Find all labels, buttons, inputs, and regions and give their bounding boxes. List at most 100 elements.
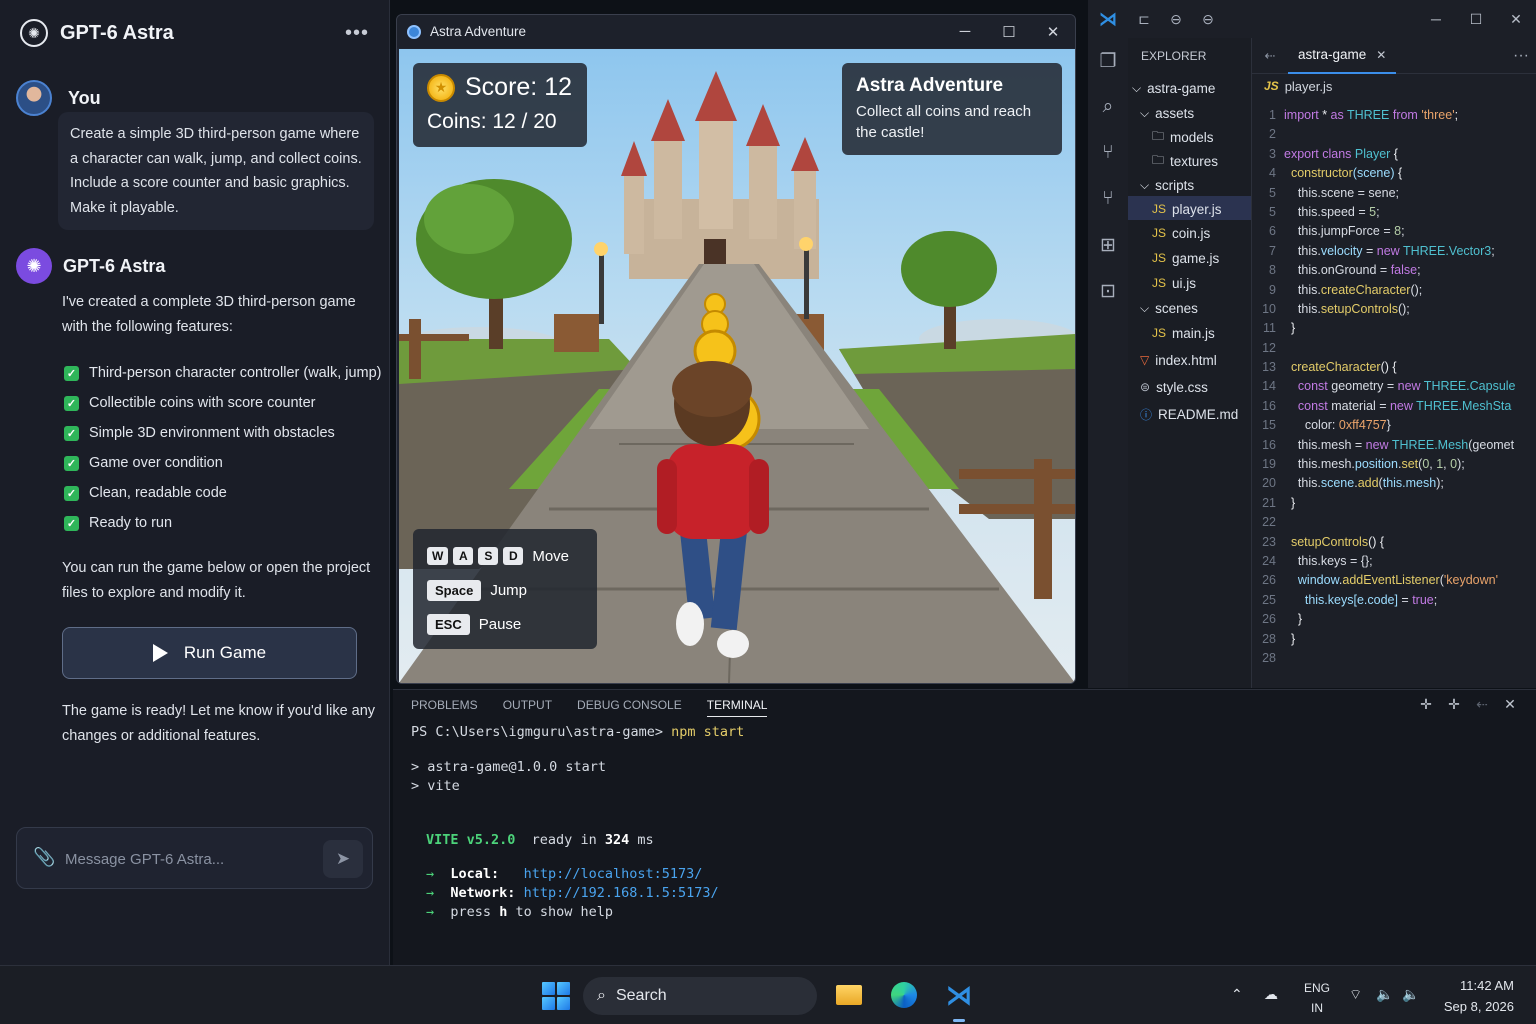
layout-sidebar-icon[interactable]: ⊖ [1192,11,1224,28]
vscode-titlebar: ⋊ ⊏ ⊖ ⊖ ─ ☐ ✕ [1088,0,1536,38]
tree-folder-models[interactable]: 🗀 models [1152,125,1214,149]
local-url-line[interactable]: → Local: http://localhost:5173/ [426,866,702,882]
taskbar: ⌕ Search ⋊ ⌃ ☁ ENG IN ⌔ 🔈 🔈 11:42 AM Sep… [0,965,1536,1024]
language-indicator[interactable]: ENG IN [1304,978,1330,1018]
network-url-line[interactable]: → Network: http://192.168.1.5:5173/ [426,885,719,901]
tab-terminal[interactable]: TERMINAL [706,698,768,717]
minimize-icon[interactable]: ─ [943,23,987,40]
js-file-icon: JS [1152,226,1167,240]
close-panel-icon[interactable]: ✕ [1496,696,1524,713]
js-file-icon: JS [1152,276,1167,290]
layout-panel-icon[interactable]: ⊖ [1160,11,1192,28]
coins-counter: Coins: 12 / 20 [427,110,557,133]
feature-item: ✓ Collectible coins with score counter [64,388,382,418]
tree-folder-assets[interactable]: ⌵ assets [1140,101,1194,125]
message-input[interactable] [65,846,315,872]
folder-icon: 🗀 [1152,152,1165,167]
checkmark-icon: ✓ [64,515,79,531]
vscode-taskbar-icon[interactable]: ⋊ [943,979,975,1011]
send-arrow-icon: ➤ [335,849,351,868]
vscode-window: ⋊ ⊏ ⊖ ⊖ ─ ☐ ✕ ❐ ⌕ ⑂ ⑂ ⊞ ⊡ EXPLORER ⌵ astr… [1088,0,1536,688]
checkmark-icon: ✓ [64,485,79,501]
edge-browser-icon[interactable] [888,979,920,1011]
source-control-icon[interactable]: ⑂ [1088,130,1128,176]
chevron-up-icon[interactable]: ⌃ [1231,986,1243,1003]
key-cap: D [503,547,524,565]
close-tab-icon[interactable]: ✕ [1376,48,1386,62]
chat-panel: ✺ GPT-6 Astra ••• You Create a simple 3D… [0,0,390,965]
split-editor-icon[interactable]: ⇠ [1252,48,1288,64]
game-window-title: Astra Adventure [430,24,527,39]
tree-file-player[interactable]: JS player.js [1152,197,1222,221]
wifi-icon[interactable]: ⌔ [1349,986,1362,1004]
tab-debug-console[interactable]: DEBUG CONSOLE [577,698,682,717]
folder-icon: 🗀 [1152,128,1165,143]
tab-astra-game[interactable]: astra-game ✕ [1288,38,1397,74]
maximize-panel-icon[interactable]: ⇠ [1468,696,1496,713]
speaker-icon[interactable]: 🔈 [1402,986,1419,1003]
info-file-icon: ⓘ [1140,407,1153,422]
tab-problems[interactable]: PROBLEMS [411,698,478,717]
coin-icon: ★ [427,73,455,102]
key-cap: ESC [427,613,470,635]
extensions-icon[interactable]: ⊞ [1088,222,1128,268]
onedrive-cloud-icon[interactable]: ☁ [1264,986,1278,1003]
run-debug-icon[interactable]: ⑂ [1088,176,1128,222]
tree-file-main[interactable]: JS main.js [1152,321,1215,345]
vite-ready-line: VITE v5.2.0 ready in 324 ms [426,832,654,848]
search-icon[interactable]: ⌕ [1088,84,1128,130]
tree-file-coin[interactable]: JS coin.js [1152,221,1210,245]
tree-folder-scenes[interactable]: ⌵ scenes [1140,296,1198,320]
checkmark-icon: ✓ [64,365,79,381]
play-icon [152,644,168,662]
volume-icon[interactable]: 🔈 [1376,986,1393,1003]
search-icon: ⌕ [597,987,606,1004]
tree-file-style[interactable]: ⊜ style.css [1140,375,1208,399]
terminal-panel: PROBLEMS OUTPUT DEBUG CONSOLE TERMINAL ✛… [393,689,1536,965]
minimize-icon[interactable]: ─ [1416,11,1456,27]
maximize-icon[interactable]: ☐ [987,23,1031,41]
js-file-icon: JS [1264,79,1279,93]
system-clock[interactable]: 11:42 AM Sep 8, 2026 [1432,975,1514,1017]
game-viewport[interactable]: ★ Score: 12 Coins: 12 / 20 Astra Adventur… [399,49,1075,683]
run-game-button[interactable]: Run Game [62,627,357,679]
control-action: Move [532,547,570,565]
send-button[interactable]: ➤ [323,840,363,878]
split-terminal-icon[interactable]: ✛ [1440,696,1468,713]
tree-root[interactable]: ⌵ astra-game [1132,76,1215,100]
file-explorer-icon[interactable] [833,979,865,1011]
close-icon[interactable]: ✕ [1496,11,1536,28]
tab-output[interactable]: OUTPUT [503,698,552,717]
game-titlebar: Astra Adventure ─ ☐ ✕ [397,15,1075,48]
attach-paperclip-icon[interactable]: 📎 [33,847,55,868]
tree-file-ui[interactable]: JS ui.js [1152,271,1196,295]
checkmark-icon: ✓ [64,395,79,411]
remote-explorer-icon[interactable]: ⊡ [1088,268,1128,314]
breadcrumb[interactable]: JS player.js [1252,74,1536,98]
more-dots-icon[interactable]: ··· [1506,47,1536,65]
windows-start-icon[interactable] [542,982,570,1010]
objective-title: Astra Adventure [856,75,1004,96]
js-file-icon: JS [1152,202,1167,216]
tree-folder-textures[interactable]: 🗀 textures [1152,149,1218,173]
terminal-output-line: > astra-game@1.0.0 start [411,759,607,775]
maximize-icon[interactable]: ☐ [1456,11,1496,28]
key-cap: A [453,547,474,565]
taskbar-search[interactable]: ⌕ Search [583,977,817,1015]
controls-panel: W A S D Move Space Jump ESC Pause [413,529,597,649]
close-icon[interactable]: ✕ [1031,23,1075,41]
css-file-icon: ⊜ [1140,380,1151,394]
tree-file-game[interactable]: JS game.js [1152,246,1219,270]
control-action: Jump [490,581,527,599]
tree-folder-scripts[interactable]: ⌵ scripts [1140,173,1194,197]
new-terminal-icon[interactable]: ✛ [1412,696,1440,713]
terminal-prompt-line[interactable]: PS C:\Users\igmguru\astra-game> npm star… [411,724,744,740]
layout-toggle-icon[interactable]: ⊏ [1128,11,1160,28]
tree-file-readme[interactable]: ⓘ README.md [1140,402,1238,426]
more-dots-icon[interactable]: ••• [345,22,369,45]
explorer-files-icon[interactable]: ❐ [1088,38,1128,84]
score-text: Score: 12 [465,73,573,101]
control-row-jump: Space Jump [427,573,583,607]
tree-file-index[interactable]: ▽ index.html [1140,348,1217,372]
code-editor[interactable]: ⇠ astra-game ✕ ··· JS player.js 1 import * … [1252,38,1536,688]
